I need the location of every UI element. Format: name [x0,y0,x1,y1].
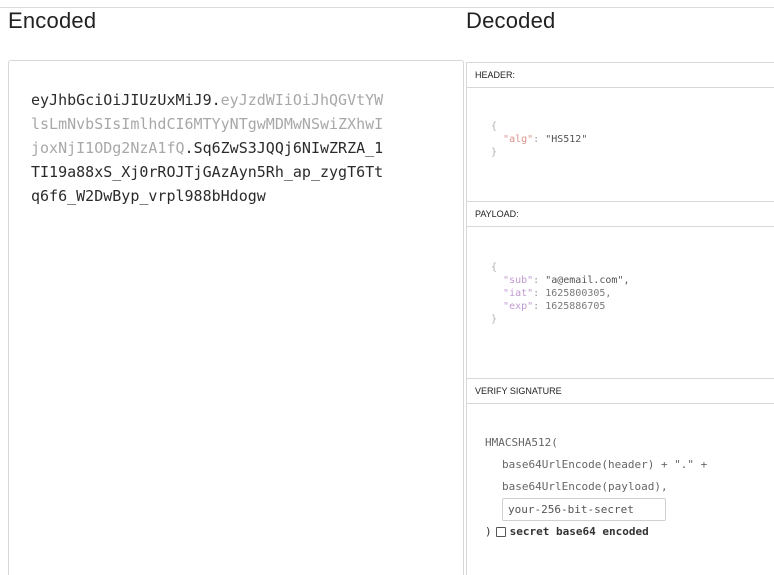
encoded-token-text[interactable]: eyJhbGciOiJIUzUxMiJ9.eyJzdWIiOiJhQGVtYWl… [31,88,391,208]
secret-base64-checkbox[interactable] [495,527,506,537]
hmac-function-open: HMACSHA512( [485,436,558,449]
header-json-editor[interactable]: { "alg": "HS512" } [491,120,587,159]
secret-input[interactable] [502,498,666,521]
secret-base64-row: ) secret base64 encoded [485,521,707,543]
decoded-column: HEADER: { "alg": "HS512" } PAYLOAD: { "s… [466,62,774,575]
token-dot-separator: . [184,139,194,157]
payload-json-editor[interactable]: { "sub": "a@email.com", "iat": 162580030… [491,261,630,326]
decoded-title: Decoded [466,8,556,33]
json-value-alg: "HS512" [545,134,588,145]
token-header-part: eyJhbGciOiJIUzUxMiJ9 [31,91,212,109]
json-value-sub: "a@email.com", [545,275,630,286]
verify-signature-section: VERIFY SIGNATURE HMACSHA512( base64UrlEn… [466,378,774,575]
encoded-title: Encoded [8,8,97,33]
hmac-line-payload: base64UrlEncode(payload), [502,480,668,493]
json-key-alg: "alg" [503,134,534,145]
json-value-exp: 1625886705 [545,301,606,312]
hmac-function-close: ) [485,525,492,538]
hmac-line-header: base64UrlEncode(header) + "." + [502,458,708,471]
json-key-exp: "exp" [503,301,534,312]
payload-label: PAYLOAD: [467,202,774,227]
payload-section: PAYLOAD: { "sub": "a@email.com", "iat": … [466,201,774,379]
close-brace: } [491,147,498,158]
token-dot-separator: . [211,91,221,109]
json-key-sub: "sub" [503,275,534,286]
header-section: HEADER: { "alg": "HS512" } [466,62,774,202]
top-divider [0,7,774,8]
jwt-debugger-page: Encoded Decoded eyJhbGciOiJIUzUxMiJ9.eyJ… [0,0,774,575]
close-brace: } [491,314,498,325]
open-brace: { [491,121,498,132]
secret-input-row [485,498,707,521]
verify-signature-body: HMACSHA512( base64UrlEncode(header) + ".… [485,432,707,543]
secret-base64-label[interactable]: secret base64 encoded [510,521,649,543]
json-key-iat: "iat" [503,288,534,299]
open-brace: { [491,262,498,273]
header-label: HEADER: [467,63,774,88]
encoded-token-editor[interactable]: eyJhbGciOiJIUzUxMiJ9.eyJzdWIiOiJhQGVtYWl… [8,60,464,575]
json-value-iat: 1625800305, [545,288,612,299]
verify-signature-label: VERIFY SIGNATURE [467,379,774,404]
